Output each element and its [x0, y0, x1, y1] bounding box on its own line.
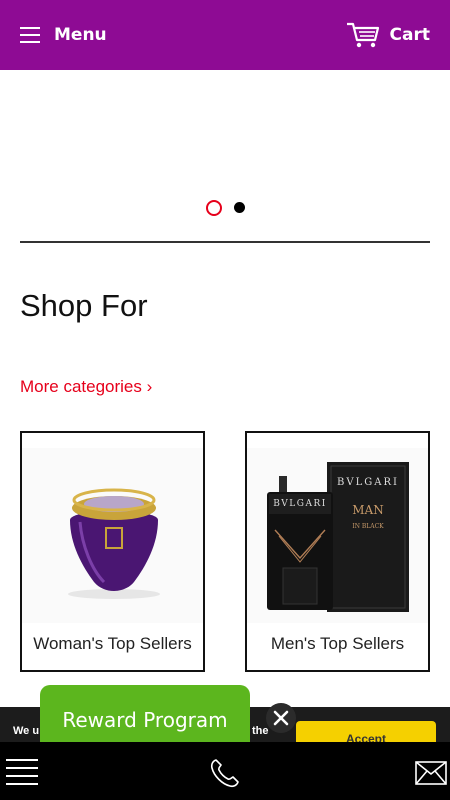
- cart-icon: [346, 22, 379, 48]
- divider: [20, 241, 430, 243]
- mail-icon[interactable]: [415, 761, 447, 785]
- close-icon: [273, 710, 289, 726]
- carousel-pagination: [0, 200, 450, 216]
- men-perfume-image: BVLGARI MAN IN BLACK BVLGARI: [247, 448, 428, 623]
- carousel-dot-active[interactable]: [205, 200, 222, 216]
- svg-text:IN BLACK: IN BLACK: [352, 523, 384, 530]
- svg-text:BVLGARI: BVLGARI: [337, 477, 399, 488]
- reward-program-button[interactable]: Reward Program: [40, 685, 250, 743]
- cookie-text: We u: [13, 725, 40, 737]
- reward-close-button[interactable]: [266, 703, 296, 733]
- phone-icon[interactable]: [208, 756, 242, 790]
- cart-label: Cart: [389, 25, 430, 45]
- carousel-dot[interactable]: [233, 202, 245, 213]
- card-label-men: Men's Top Sellers: [270, 634, 405, 653]
- cookie-text-end: the: [252, 725, 269, 737]
- cart-button[interactable]: Cart: [346, 21, 430, 49]
- svg-text:MAN: MAN: [352, 503, 383, 517]
- menu-icon[interactable]: [6, 759, 38, 785]
- category-card-women[interactable]: Woman's Top Sellers: [20, 431, 205, 672]
- hamburger-icon: [20, 27, 40, 43]
- more-categories-link[interactable]: More categories ›: [20, 377, 152, 397]
- menu-label: Menu: [54, 25, 107, 45]
- menu-button[interactable]: Menu: [20, 25, 107, 45]
- top-header: Menu Cart: [0, 0, 450, 70]
- section-title: Shop For: [20, 288, 148, 323]
- bottom-action-bar: [0, 742, 450, 800]
- card-label-women: Woman's Top Sellers: [33, 634, 192, 653]
- category-card-men[interactable]: BVLGARI MAN IN BLACK BVLGARI Men's Top S…: [245, 431, 430, 672]
- svg-text:BVLGARI: BVLGARI: [273, 499, 327, 509]
- women-perfume-image: [22, 448, 203, 623]
